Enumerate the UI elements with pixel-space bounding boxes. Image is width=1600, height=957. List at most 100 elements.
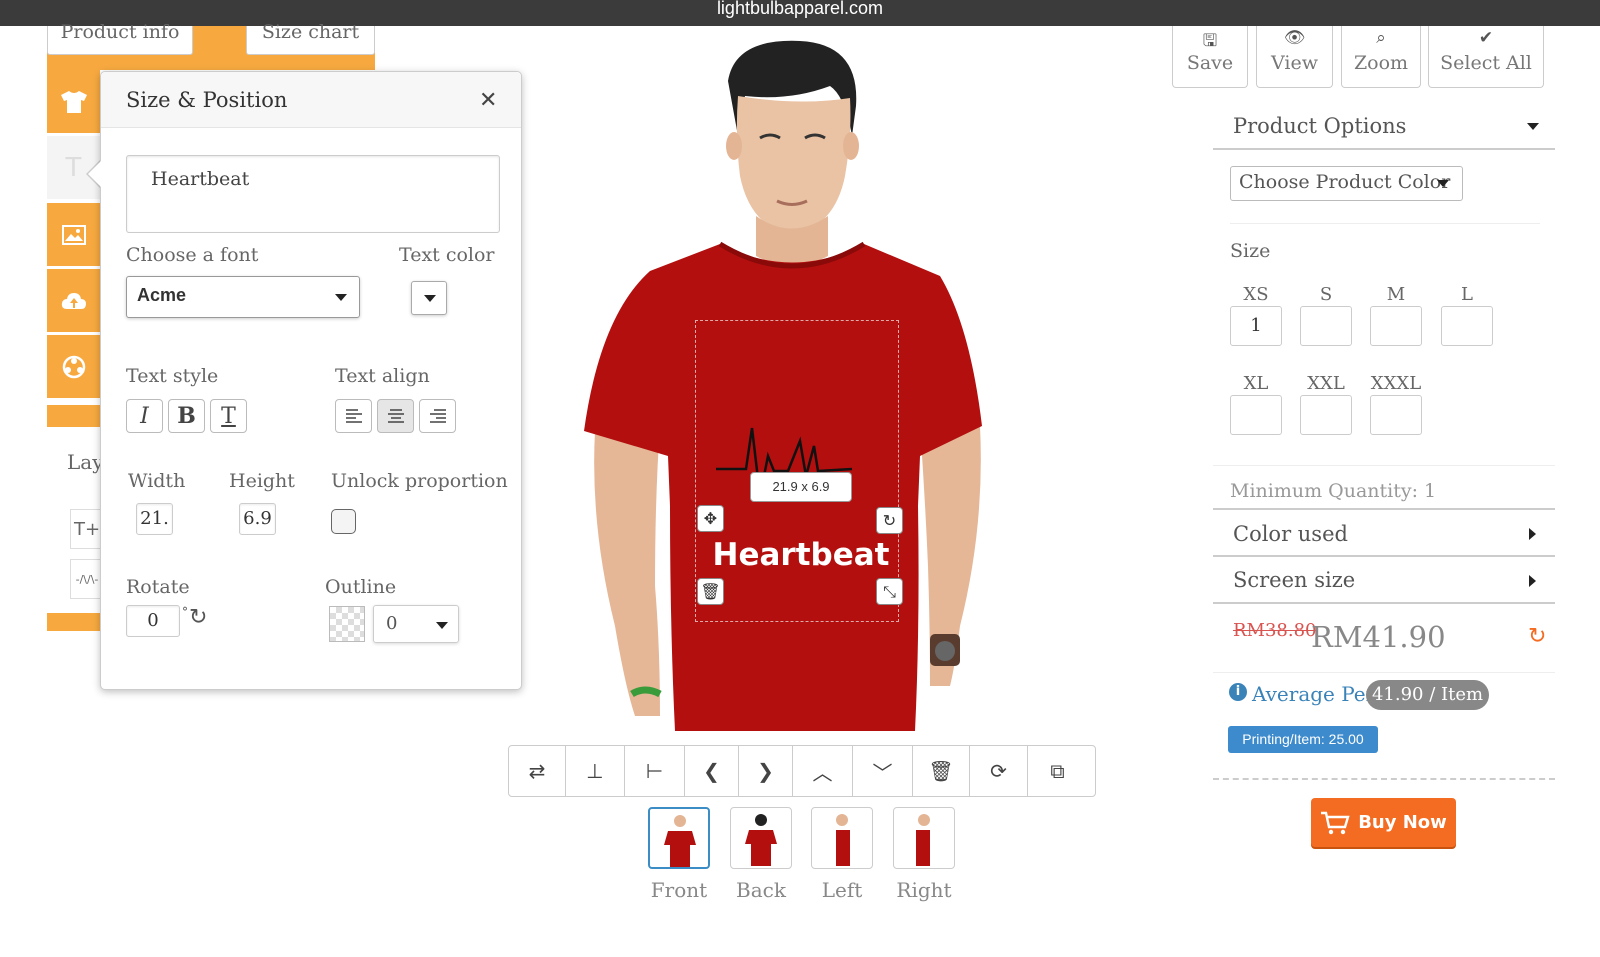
size-position-panel: Size & Position ✕ Heartbeat Choose a fon… <box>100 71 522 690</box>
chevron-up-icon[interactable]: ︿ <box>793 746 853 796</box>
italic-button[interactable]: I <box>126 399 163 433</box>
divider <box>1213 465 1555 466</box>
unlock-proportion-checkbox[interactable] <box>331 509 356 534</box>
view-thumb-right[interactable] <box>893 807 955 869</box>
view-label-right[interactable]: Right <box>879 878 969 902</box>
size-s-input[interactable] <box>1300 306 1352 346</box>
view-thumb-front[interactable] <box>648 807 710 869</box>
size-xxl-label: XXL <box>1307 373 1345 394</box>
unlock-proportion-label: Unlock proportion <box>331 470 508 492</box>
underline-button[interactable]: T <box>210 399 247 433</box>
image-icon[interactable] <box>47 203 100 266</box>
product-color-select[interactable]: Choose Product Color <box>1230 166 1463 201</box>
clipart-icon[interactable] <box>47 335 100 398</box>
size-s-label: S <box>1319 284 1333 305</box>
chevron-right-icon[interactable]: ❯ <box>739 746 793 796</box>
original-price: RM38.80 <box>1233 620 1317 641</box>
size-l-input[interactable] <box>1441 306 1493 346</box>
tshirt-icon[interactable] <box>47 70 100 133</box>
chevron-right-icon[interactable] <box>1529 575 1536 587</box>
tab-size-chart[interactable]: Size chart <box>246 23 375 55</box>
align-right-button[interactable] <box>419 399 456 433</box>
width-input[interactable]: 21. <box>136 503 173 535</box>
width-label: Width <box>128 470 186 492</box>
design-bounding-box[interactable] <box>695 320 899 622</box>
upload-icon[interactable] <box>47 269 100 332</box>
screen-size-toggle[interactable]: Screen size <box>1233 568 1355 592</box>
duplicate-icon[interactable]: ⧉ <box>1028 746 1087 796</box>
layer-item-heartbeat[interactable]: -/\/\- <box>70 559 104 599</box>
view-label-front[interactable]: Front <box>634 878 724 902</box>
divider <box>1213 555 1555 557</box>
outline-width-select[interactable]: 0 <box>373 605 459 643</box>
bold-button[interactable]: B <box>168 399 205 433</box>
refresh-icon[interactable]: ⟳ <box>970 746 1028 796</box>
view-thumb-back[interactable] <box>730 807 792 869</box>
chevron-right-icon[interactable] <box>1529 528 1536 540</box>
size-xxxl-input[interactable] <box>1370 395 1422 435</box>
average-per-badge: 41.90 / Item <box>1366 680 1489 710</box>
trash-icon[interactable]: 🗑 <box>913 746 970 796</box>
resize-icon[interactable]: ⤡ <box>876 578 903 605</box>
zoom-label: Zoom <box>1353 52 1409 74</box>
design-text[interactable]: Heartbeat <box>700 537 902 573</box>
product-options-header[interactable]: Product Options <box>1233 114 1406 138</box>
buy-now-label: Buy Now <box>1358 812 1447 833</box>
rotate-input[interactable]: 0 <box>126 605 180 637</box>
rotate-handle-icon[interactable]: ↻ <box>876 507 903 534</box>
panel-pointer-inner <box>88 161 101 187</box>
chevron-down-icon[interactable] <box>1527 123 1539 130</box>
select-all-button[interactable]: ✔ Select All <box>1428 26 1544 88</box>
save-icon: 🖫 <box>1202 31 1218 51</box>
view-label-left[interactable]: Left <box>797 878 887 902</box>
panel-header: Size & Position ✕ <box>101 72 521 128</box>
sidebar-strip <box>47 405 100 427</box>
tab-product-info[interactable]: Product info <box>47 23 193 55</box>
select-all-label: Select All <box>1440 52 1532 74</box>
align-center-horizontal-icon[interactable]: ⊢ <box>625 746 685 796</box>
color-used-toggle[interactable]: Color used <box>1233 522 1348 546</box>
text-align-label: Text align <box>335 365 430 387</box>
size-m-input[interactable] <box>1370 306 1422 346</box>
minimum-quantity: Minimum Quantity: 1 <box>1230 480 1437 502</box>
degree-symbol: ° <box>182 605 188 619</box>
eye-icon: 👁 <box>1283 28 1306 48</box>
font-value: Acme <box>137 285 187 305</box>
text-color-picker[interactable] <box>411 281 447 315</box>
chevron-left-icon[interactable]: ❮ <box>685 746 739 796</box>
design-text-input[interactable]: Heartbeat <box>126 155 500 233</box>
chevron-down-icon[interactable]: ﹀ <box>853 746 913 796</box>
move-icon[interactable]: ✥ <box>697 505 724 532</box>
refresh-icon[interactable]: ↻ <box>189 605 207 630</box>
view-thumb-left[interactable] <box>811 807 873 869</box>
trash-icon[interactable]: 🗑 <box>697 578 724 605</box>
size-m-label: M <box>1386 284 1406 305</box>
save-button[interactable]: 🖫 Save <box>1172 26 1248 88</box>
align-bottom-icon[interactable]: ⊥ <box>566 746 625 796</box>
size-xl-input[interactable] <box>1230 395 1282 435</box>
view-button[interactable]: 👁 View <box>1256 26 1333 88</box>
align-left-button[interactable] <box>335 399 372 433</box>
close-icon[interactable]: ✕ <box>479 88 497 113</box>
size-xs-input[interactable]: 1 <box>1230 306 1282 346</box>
average-per-label: Average Per: <box>1252 682 1382 706</box>
current-price: RM41.90 <box>1311 620 1446 654</box>
chevron-down-icon <box>436 622 448 629</box>
view-label-back[interactable]: Back <box>716 878 806 902</box>
align-center-icon <box>387 409 404 423</box>
bold-label: B <box>177 403 196 429</box>
height-input[interactable]: 6.9 <box>239 503 276 535</box>
edit-toolbar: ⇄ ⊥ ⊢ ❮ ❯ ︿ ﹀ 🗑 ⟳ ⧉ <box>508 745 1096 797</box>
browser-url-bar[interactable]: lightbulbapparel.com <box>0 0 1600 26</box>
swap-icon[interactable]: ⇄ <box>509 746 566 796</box>
size-xxl-input[interactable] <box>1300 395 1352 435</box>
layer-item-text[interactable]: T+ <box>70 509 104 549</box>
product-color-label: Choose Product Color <box>1239 171 1451 193</box>
font-select[interactable]: Acme <box>126 276 360 318</box>
buy-now-button[interactable]: Buy Now <box>1311 798 1456 847</box>
text-color-label: Text color <box>399 244 495 266</box>
zoom-button[interactable]: ⌕ Zoom <box>1341 26 1421 88</box>
outline-color-picker[interactable] <box>329 606 365 642</box>
align-center-button[interactable] <box>377 399 414 433</box>
divider <box>1213 148 1555 150</box>
